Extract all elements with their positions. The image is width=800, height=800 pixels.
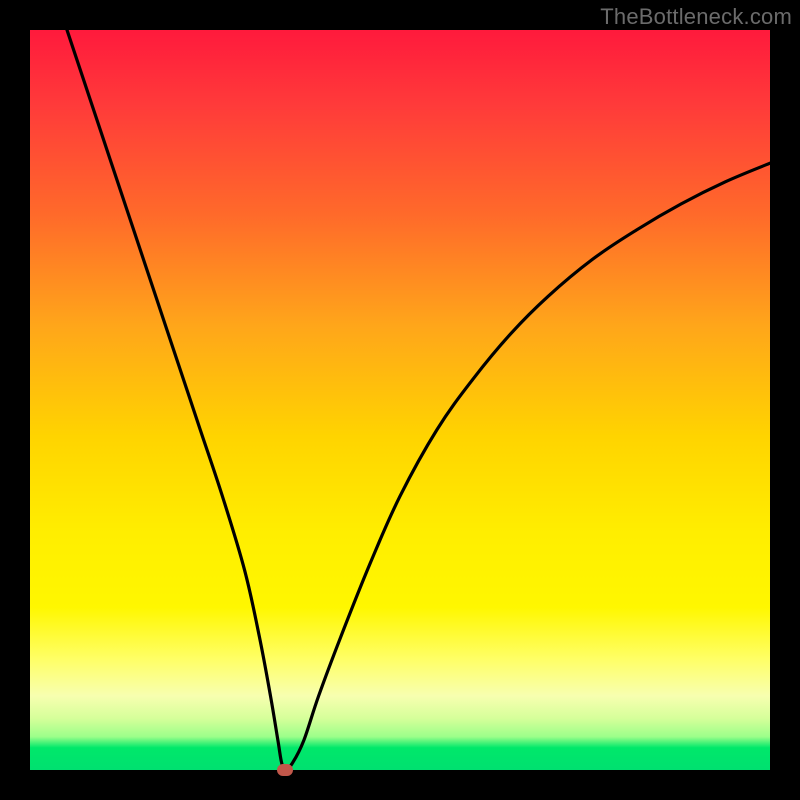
chart-frame: TheBottleneck.com	[0, 0, 800, 800]
watermark-text: TheBottleneck.com	[600, 4, 792, 30]
plot-area	[30, 30, 770, 770]
bottleneck-curve	[67, 30, 770, 770]
minimum-marker	[277, 764, 293, 776]
curve-svg	[30, 30, 770, 770]
